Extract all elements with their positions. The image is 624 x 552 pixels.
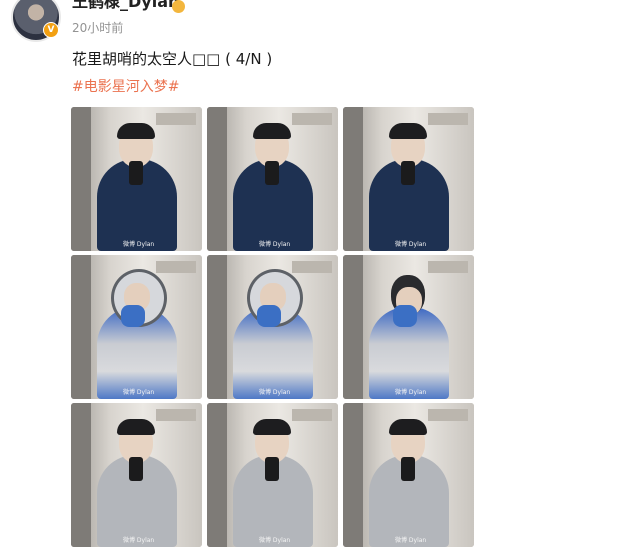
photo-thumbnail[interactable]: 微博 Dylan [207, 107, 338, 251]
photo-watermark: 微博 Dylan [259, 389, 291, 396]
post-text: 花里胡哨的太空人□□ ( 4/N ) [72, 50, 273, 68]
photo-thumbnail[interactable]: 微博 Dylan [207, 403, 338, 547]
photo-thumbnail[interactable]: 微博 Dylan [71, 403, 202, 547]
photo-watermark: 微博 Dylan [395, 537, 427, 544]
photo-thumbnail[interactable]: 微博 Dylan [207, 255, 338, 399]
photo-thumbnail[interactable]: 微博 Dylan [71, 255, 202, 399]
photo-watermark: 微博 Dylan [259, 537, 291, 544]
photo-watermark: 微博 Dylan [259, 241, 291, 248]
photo-thumbnail[interactable]: 微博 Dylan [343, 403, 474, 547]
photo-watermark: 微博 Dylan [395, 389, 427, 396]
photo-watermark: 微博 Dylan [123, 241, 155, 248]
photo-watermark: 微博 Dylan [395, 241, 427, 248]
photo-thumbnail[interactable]: 微博 Dylan [71, 107, 202, 251]
photo-thumbnail[interactable]: 微博 Dylan [343, 255, 474, 399]
photo-watermark: 微博 Dylan [123, 389, 155, 396]
hashtag-link[interactable]: #电影星河入梦# [72, 76, 179, 96]
photo-grid: 微博 Dylan 微博 Dylan 微博 Dylan 微博 Dylan 微博 D… [71, 107, 474, 547]
user-emoji-icon [172, 0, 185, 13]
avatar[interactable]: V [11, 0, 61, 42]
photo-watermark: 微博 Dylan [123, 537, 155, 544]
post-timestamp[interactable]: 20小时前 [72, 19, 123, 36]
verified-badge-icon: V [43, 22, 59, 38]
username[interactable]: 王鹤棣_Dylan [72, 0, 179, 12]
photo-thumbnail[interactable]: 微博 Dylan [343, 107, 474, 251]
